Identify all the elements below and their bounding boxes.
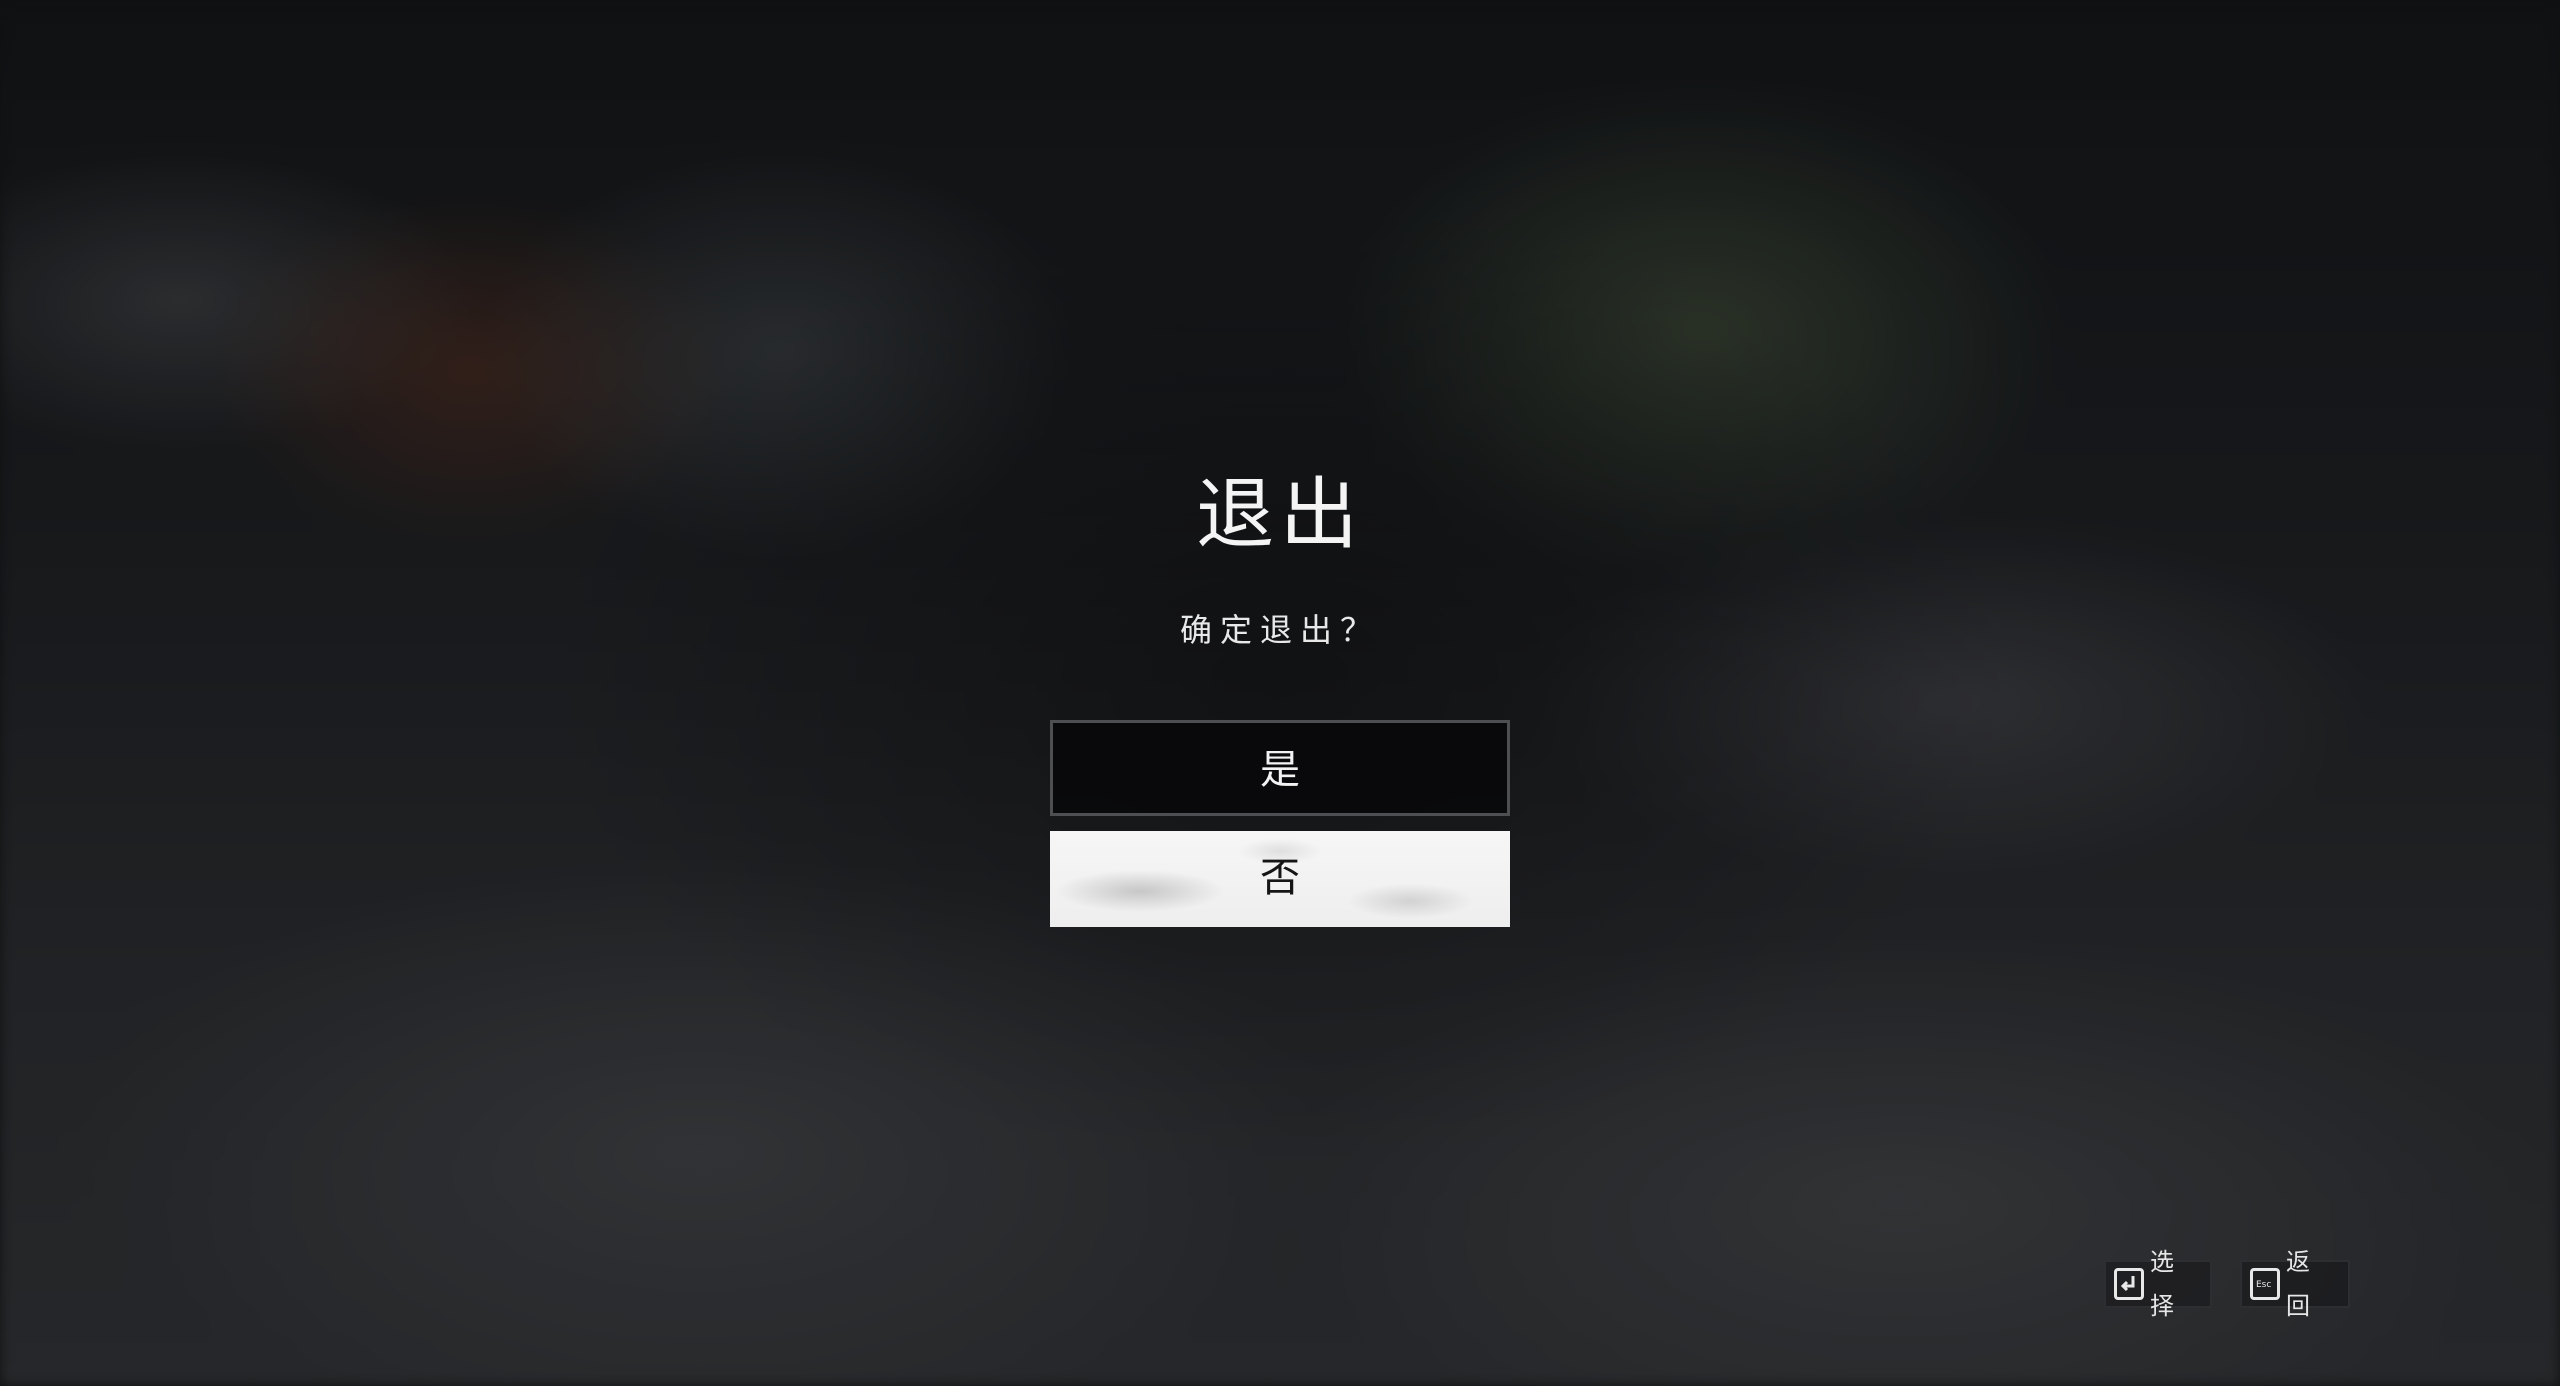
no-button[interactable]: 否 bbox=[1050, 831, 1510, 927]
select-hint-label: 选择 bbox=[2150, 1248, 2180, 1320]
back-hint-label: 返回 bbox=[2286, 1248, 2316, 1320]
dialog-message: 确定退出？ bbox=[1179, 611, 1380, 649]
background-dim-overlay bbox=[0, 0, 2560, 1386]
esc-key-text: Esc bbox=[2256, 1280, 2272, 1290]
yes-button[interactable]: 是 bbox=[1050, 720, 1510, 816]
dialog-title: 退出 bbox=[1195, 470, 1364, 560]
back-hint[interactable]: Esc 返回 bbox=[2240, 1248, 2350, 1320]
enter-key-icon bbox=[2114, 1268, 2144, 1300]
esc-key-icon: Esc bbox=[2250, 1268, 2280, 1300]
select-hint[interactable]: 选择 bbox=[2104, 1248, 2212, 1320]
